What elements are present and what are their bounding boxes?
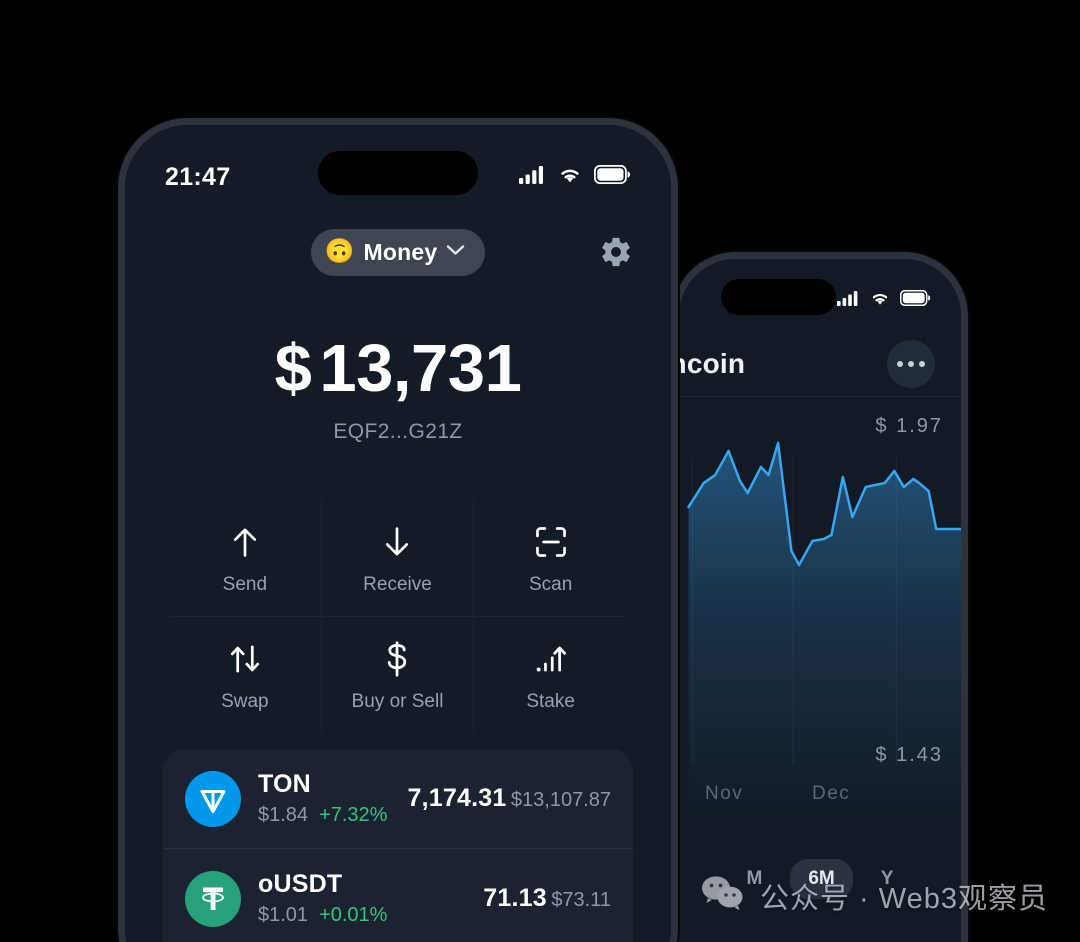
list-item[interactable]: oUSDT $1.01 +0.01% 71.13 $73.11 (163, 848, 633, 942)
phone-device-primary: 21:47 🙃 Money $ 13,731 EQF2...G21Z Send … (118, 118, 678, 942)
phone2-status-bar (679, 259, 961, 321)
cellular-signal-icon (519, 165, 546, 189)
action-label: Stake (526, 691, 575, 712)
screenshot-stage: Toncoin (0, 0, 1080, 942)
phone2-screen: Toncoin (679, 259, 961, 942)
token-holdings: 7,174.31 $13,107.87 (408, 784, 611, 813)
range-pill-y[interactable]: Y (863, 859, 912, 899)
token-list: TON $1.84 +7.32% 7,174.31 $13,107.87 oUS… (163, 749, 633, 942)
token-info: oUSDT $1.01 +0.01% (258, 870, 466, 927)
chart-high-label: $ 1.97 (875, 415, 943, 437)
chevron-down-icon (446, 243, 465, 261)
action-send[interactable]: Send (169, 500, 322, 617)
token-value: $13,107.87 (510, 789, 611, 811)
battery-full-icon (593, 164, 631, 189)
action-grid: Send Receive Scan Swap Buy or Sell Stake (169, 500, 627, 733)
more-dot (897, 360, 903, 367)
action-receive[interactable]: Receive (321, 500, 475, 617)
status-clock: 21:47 (165, 162, 231, 191)
chart-range-selector[interactable]: M 6M Y (679, 859, 961, 899)
token-value: $73.11 (551, 889, 611, 911)
wallet-emoji-icon: 🙃 (324, 238, 355, 265)
token-symbol: oUSDT (258, 870, 343, 898)
token-price: $1.84 (258, 804, 309, 826)
phone1-status-bar: 21:47 (125, 125, 671, 203)
range-pill-6m[interactable]: 6M (790, 859, 853, 899)
list-item[interactable]: TON $1.84 +7.32% 7,174.31 $13,107.87 (163, 749, 633, 848)
range-pill-m[interactable]: M (729, 859, 781, 899)
action-scan[interactable]: Scan (474, 500, 627, 617)
wifi-icon (869, 290, 891, 311)
token-holdings: 71.13 $73.11 (483, 884, 611, 913)
tether-logo-icon (185, 870, 241, 927)
action-label: Swap (221, 691, 269, 712)
more-dot (919, 360, 925, 367)
balance-section: $13,731 EQF2...G21Z (125, 335, 671, 444)
more-horizontal-icon[interactable] (887, 339, 935, 388)
wifi-icon (557, 165, 583, 189)
phone2-header: Toncoin (679, 331, 961, 397)
action-stake[interactable]: Stake (474, 617, 627, 733)
arrow-up-icon (230, 522, 260, 562)
chart-low-label: $ 1.43 (875, 744, 943, 766)
action-label: Receive (363, 574, 432, 595)
gear-icon[interactable] (599, 235, 633, 269)
action-label: Send (222, 574, 268, 595)
dollar-sign-icon (384, 639, 410, 679)
action-swap[interactable]: Swap (169, 617, 322, 733)
token-change: +0.01% (319, 904, 388, 926)
page-title: Toncoin (679, 347, 746, 379)
chart-arrow-up-icon (535, 639, 567, 679)
cellular-signal-icon (837, 290, 860, 311)
chart-x-axis: Nov Dec (679, 783, 961, 807)
more-dot (908, 360, 914, 367)
token-price: $1.01 (258, 904, 309, 926)
scan-qr-icon (535, 522, 567, 562)
phone1-header: 🙃 Money (125, 221, 671, 283)
balance-amount: $13,731 (125, 335, 671, 402)
token-amount: 7,174.31 (407, 784, 507, 812)
token-info: TON $1.84 +7.32% (258, 770, 391, 827)
balance-value: 13,731 (319, 331, 522, 406)
token-symbol: TON (258, 770, 311, 798)
action-label: Buy or Sell (351, 691, 444, 712)
wallet-name-label: Money (363, 238, 438, 265)
wallet-address[interactable]: EQF2...G21Z (125, 420, 671, 444)
wallet-selector-button[interactable]: 🙃 Money (310, 228, 486, 276)
arrow-down-icon (382, 522, 412, 562)
action-label: Scan (529, 574, 573, 595)
balance-currency-symbol: $ (274, 331, 312, 406)
action-buy-or-sell[interactable]: Buy or Sell (322, 617, 475, 733)
phone-device-secondary: Toncoin (672, 252, 968, 942)
token-change: +7.32% (319, 804, 388, 826)
chart-x-tick: Nov (705, 783, 744, 804)
price-chart[interactable]: $ 1.97 $ 1.43 Nov Dec (679, 399, 961, 829)
token-amount: 71.13 (483, 884, 547, 912)
swap-arrows-icon (228, 639, 262, 679)
phone1-screen: 21:47 🙃 Money $ 13,731 EQF2...G21Z Send … (125, 125, 671, 942)
chart-x-tick: Dec (812, 783, 851, 804)
ton-logo-icon (185, 770, 241, 827)
battery-full-icon (899, 289, 931, 311)
